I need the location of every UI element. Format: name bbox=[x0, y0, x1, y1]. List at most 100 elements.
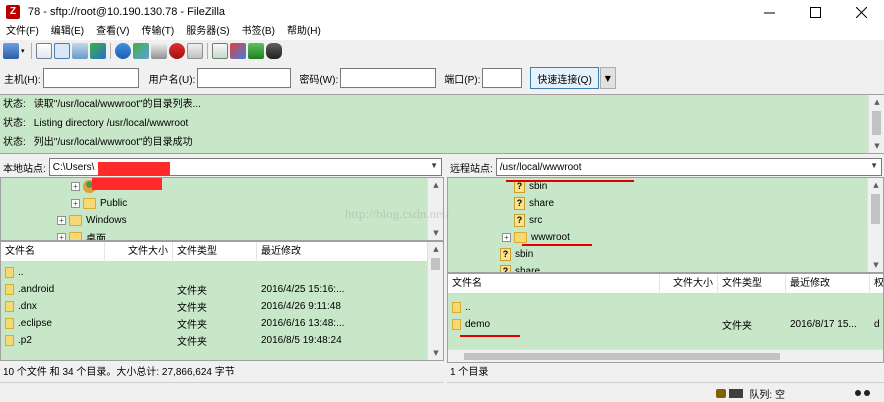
menu-view[interactable]: 查看(V) bbox=[90, 24, 135, 40]
site-manager-dropdown-icon[interactable]: ▾ bbox=[21, 43, 27, 59]
expand-icon[interactable]: + bbox=[71, 199, 80, 208]
password-label: 密码(W): bbox=[299, 74, 339, 86]
tree-item[interactable]: + Windows bbox=[57, 212, 127, 229]
quickconnect-history-dropdown[interactable]: ▼ bbox=[599, 67, 616, 89]
table-row[interactable]: .dnx 文件夹 2016/4/26 9:11:48 bbox=[1, 298, 429, 315]
remote-status: 1 个目录 bbox=[447, 363, 884, 383]
chevron-down-icon[interactable]: ▼ bbox=[870, 161, 878, 170]
column-modified[interactable]: 最近修改 bbox=[786, 274, 870, 294]
column-permissions[interactable]: 权 bbox=[870, 274, 883, 294]
expand-icon[interactable]: + bbox=[57, 233, 66, 240]
remote-path-combo[interactable]: /usr/local/wwwroot ▼ bbox=[495, 158, 882, 176]
username-input[interactable] bbox=[197, 68, 292, 88]
sync-browse-icon[interactable] bbox=[230, 43, 246, 59]
toggle-log-icon[interactable] bbox=[36, 43, 52, 59]
redaction-box bbox=[92, 178, 162, 190]
table-row[interactable]: .. bbox=[448, 299, 883, 316]
column-modified[interactable]: 最近修改 bbox=[257, 242, 429, 262]
tree-item[interactable]: ? share bbox=[514, 195, 554, 212]
folder-icon bbox=[69, 215, 82, 226]
log-scrollbar[interactable]: ▲ ▼ bbox=[868, 95, 884, 153]
column-filename[interactable]: 文件名 bbox=[1, 242, 105, 262]
local-tree-scrollbar[interactable]: ▲ ▼ bbox=[427, 178, 443, 240]
search-icon[interactable] bbox=[266, 43, 282, 59]
lock-icon bbox=[716, 388, 727, 398]
toolbar-separator bbox=[31, 43, 32, 59]
column-filetype[interactable]: 文件类型 bbox=[173, 242, 257, 262]
scroll-up-icon[interactable]: ▲ bbox=[428, 178, 443, 192]
close-button[interactable] bbox=[838, 0, 884, 24]
expand-icon[interactable]: + bbox=[71, 182, 80, 191]
filter-icon[interactable] bbox=[248, 43, 264, 59]
scroll-down-icon[interactable]: ▼ bbox=[428, 226, 443, 240]
table-row[interactable]: .android 文件夹 2016/4/25 15:16:... bbox=[1, 281, 429, 298]
scroll-thumb[interactable] bbox=[872, 111, 881, 135]
local-list-scrollbar[interactable]: ▲ ▼ bbox=[427, 242, 443, 360]
remote-list-hscrollbar[interactable] bbox=[448, 349, 883, 362]
directory-compare-icon[interactable] bbox=[212, 43, 228, 59]
menu-server[interactable]: 服务器(S) bbox=[180, 24, 235, 40]
port-input[interactable] bbox=[482, 68, 523, 88]
menu-edit[interactable]: 编辑(E) bbox=[45, 24, 90, 40]
tree-item[interactable]: ? src bbox=[514, 212, 542, 229]
reconnect-icon[interactable] bbox=[187, 43, 203, 59]
menu-file[interactable]: 文件(F) bbox=[0, 24, 45, 40]
toggle-queue-icon[interactable] bbox=[90, 43, 106, 59]
scroll-thumb[interactable] bbox=[464, 353, 780, 360]
table-row[interactable]: .. bbox=[1, 264, 429, 281]
tree-item[interactable]: ? share bbox=[500, 263, 541, 273]
tree-item-label: Windows bbox=[86, 215, 127, 226]
port-label: 端口(P): bbox=[444, 74, 481, 86]
password-input[interactable] bbox=[340, 68, 437, 88]
title-bar: Z 78 - sftp://root@10.190.130.78 - FileZ… bbox=[0, 0, 884, 24]
site-manager-icon[interactable] bbox=[3, 43, 19, 59]
scroll-up-icon[interactable]: ▲ bbox=[869, 95, 884, 109]
remote-tree-scrollbar[interactable]: ▲ ▼ bbox=[867, 178, 883, 272]
tree-item-label: wwwroot bbox=[531, 232, 570, 243]
scroll-down-icon[interactable]: ▼ bbox=[428, 346, 443, 360]
tree-item-label: share bbox=[515, 266, 541, 273]
tree-item[interactable]: ? sbin bbox=[500, 246, 533, 263]
maximize-button[interactable] bbox=[792, 0, 838, 24]
refresh-icon[interactable] bbox=[115, 43, 131, 59]
scroll-down-icon[interactable]: ▼ bbox=[869, 139, 884, 153]
quickconnect-button[interactable]: 快速连接(Q) bbox=[530, 67, 599, 89]
folder-icon bbox=[5, 284, 14, 295]
tree-item-label: sbin bbox=[515, 249, 534, 260]
toggle-remote-tree-icon[interactable] bbox=[72, 43, 88, 59]
transfer-indicator-icon bbox=[855, 390, 861, 396]
scroll-up-icon[interactable]: ▲ bbox=[428, 242, 443, 256]
tree-item[interactable]: + 桌面 bbox=[57, 229, 106, 241]
table-row[interactable]: .eclipse 文件夹 2016/6/16 13:48:... bbox=[1, 315, 429, 332]
process-queue-icon[interactable] bbox=[133, 43, 149, 59]
host-input[interactable] bbox=[42, 68, 139, 88]
menu-help[interactable]: 帮助(H) bbox=[281, 24, 327, 40]
unknown-folder-icon: ? bbox=[514, 214, 525, 227]
local-site-label: 本地站点: bbox=[3, 163, 46, 175]
disconnect-icon[interactable] bbox=[169, 43, 185, 59]
minimize-button[interactable] bbox=[746, 0, 792, 24]
expand-icon[interactable]: + bbox=[57, 216, 66, 225]
tree-item-label: 桌面 bbox=[86, 234, 106, 241]
expand-icon[interactable]: + bbox=[502, 233, 511, 242]
table-row[interactable]: .p2 文件夹 2016/8/5 19:48:24 bbox=[1, 332, 429, 349]
scroll-down-icon[interactable]: ▼ bbox=[868, 258, 883, 272]
scroll-thumb[interactable] bbox=[871, 194, 880, 224]
chevron-down-icon[interactable]: ▼ bbox=[430, 161, 438, 170]
column-filesize[interactable]: 文件大小 bbox=[660, 274, 718, 294]
tree-item-label: sbin bbox=[529, 181, 548, 192]
folder-icon bbox=[452, 302, 461, 313]
scroll-up-icon[interactable]: ▲ bbox=[868, 178, 883, 192]
menu-transfer[interactable]: 传输(T) bbox=[135, 24, 180, 40]
cancel-icon[interactable] bbox=[151, 43, 167, 59]
column-filetype[interactable]: 文件类型 bbox=[718, 274, 786, 294]
log-label: 状态: bbox=[3, 99, 26, 110]
table-row[interactable]: demo 文件夹 2016/8/17 15... d bbox=[448, 316, 883, 333]
menu-bookmarks[interactable]: 书签(B) bbox=[236, 24, 281, 40]
tree-item[interactable]: + Public bbox=[71, 195, 127, 212]
column-filesize[interactable]: 文件大小 bbox=[105, 242, 173, 262]
toggle-local-tree-icon[interactable] bbox=[54, 43, 70, 59]
scroll-thumb[interactable] bbox=[431, 258, 440, 270]
column-filename[interactable]: 文件名 bbox=[448, 274, 660, 294]
unknown-folder-icon: ? bbox=[500, 265, 511, 272]
